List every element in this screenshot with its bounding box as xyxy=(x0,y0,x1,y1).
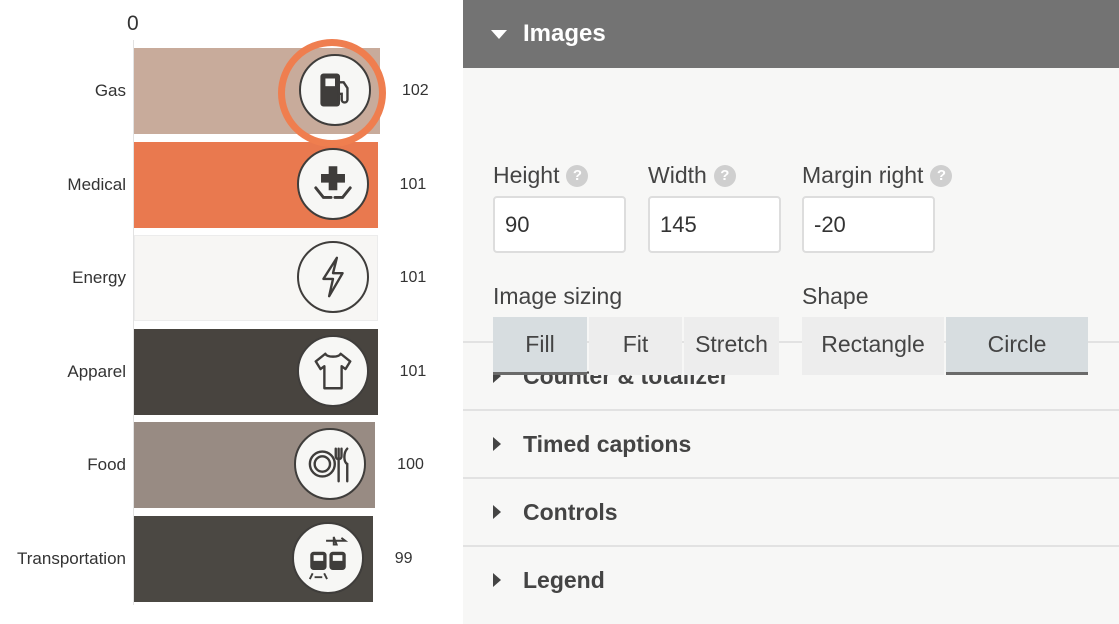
medical-cross-hands-icon xyxy=(296,147,369,220)
image-sizing-label: Image sizing xyxy=(493,283,623,309)
controls-section[interactable]: Controls xyxy=(463,477,1119,545)
plate-fork-knife-icon xyxy=(294,428,367,500)
chart-row: Medical 101 xyxy=(0,141,463,228)
shape-circle-button[interactable]: Circle xyxy=(946,317,1088,375)
timed-captions-section[interactable]: Timed captions xyxy=(463,409,1119,477)
images-section-header[interactable]: Images xyxy=(463,0,1119,68)
category-label: Medical xyxy=(67,174,126,194)
train-plane-bus-icon xyxy=(291,521,364,594)
chart-row: Food 100 xyxy=(0,422,463,508)
value-label: 99 xyxy=(394,549,413,567)
width-label-text: Width xyxy=(648,162,707,188)
chart-row: Transportation 99 xyxy=(0,515,463,602)
shape-rectangle-button[interactable]: Rectangle xyxy=(802,317,944,375)
tshirt-icon xyxy=(296,334,369,407)
margin-right-label-text: Margin right xyxy=(802,162,924,188)
chart-row: Gas 102 xyxy=(0,48,463,134)
axis-tick-zero: 0 xyxy=(127,12,139,35)
width-label: Width ? xyxy=(648,162,736,189)
width-input[interactable] xyxy=(648,196,781,253)
chart-row: Energy 101 xyxy=(0,235,463,321)
sizing-fill-button[interactable]: Fill xyxy=(493,317,587,375)
value-label: 101 xyxy=(399,362,427,380)
section-title: Timed captions xyxy=(523,430,692,457)
legend-section[interactable]: Legend xyxy=(463,545,1119,613)
shape-segmented: Rectangle Circle xyxy=(802,317,1090,375)
image-sizing-segmented: Fill Fit Stretch xyxy=(493,317,781,375)
settings-panel: Images Height ? Width ? Margin right ? I… xyxy=(463,0,1119,624)
bar-chart: 0 Gas 102 Medical 101 Energy 101 Apparel 101 Foo… xyxy=(0,0,463,624)
caret-right-icon xyxy=(493,573,501,587)
value-label: 102 xyxy=(402,82,429,99)
lightning-bolt-icon xyxy=(296,241,369,313)
section-title: Controls xyxy=(523,498,618,525)
height-label: Height ? xyxy=(493,162,589,189)
sizing-stretch-button[interactable]: Stretch xyxy=(684,317,779,375)
category-label: Food xyxy=(87,455,126,474)
shape-label: Shape xyxy=(802,283,869,309)
images-section-title: Images xyxy=(523,20,606,47)
caret-right-icon xyxy=(493,505,501,519)
margin-right-label: Margin right ? xyxy=(802,162,953,189)
value-label: 101 xyxy=(399,269,427,286)
section-title: Legend xyxy=(523,566,605,593)
margin-right-input[interactable] xyxy=(802,196,935,253)
category-label: Gas xyxy=(94,81,126,100)
value-label: 101 xyxy=(399,175,427,193)
highlight-ring xyxy=(278,39,386,147)
value-label: 100 xyxy=(397,456,424,473)
category-label: Apparel xyxy=(67,361,126,381)
help-icon[interactable]: ? xyxy=(713,164,736,187)
sizing-fit-button[interactable]: Fit xyxy=(589,317,682,375)
caret-right-icon xyxy=(493,437,501,451)
help-icon[interactable]: ? xyxy=(566,164,589,187)
help-icon[interactable]: ? xyxy=(930,164,953,187)
height-label-text: Height xyxy=(493,162,560,188)
category-label: Energy xyxy=(72,268,126,287)
images-section-body: Height ? Width ? Margin right ? Image si… xyxy=(463,68,1119,375)
height-input[interactable] xyxy=(493,196,626,253)
chart-row: Apparel 101 xyxy=(0,328,463,415)
category-label: Transportation xyxy=(17,548,126,568)
caret-down-icon xyxy=(491,29,507,39)
